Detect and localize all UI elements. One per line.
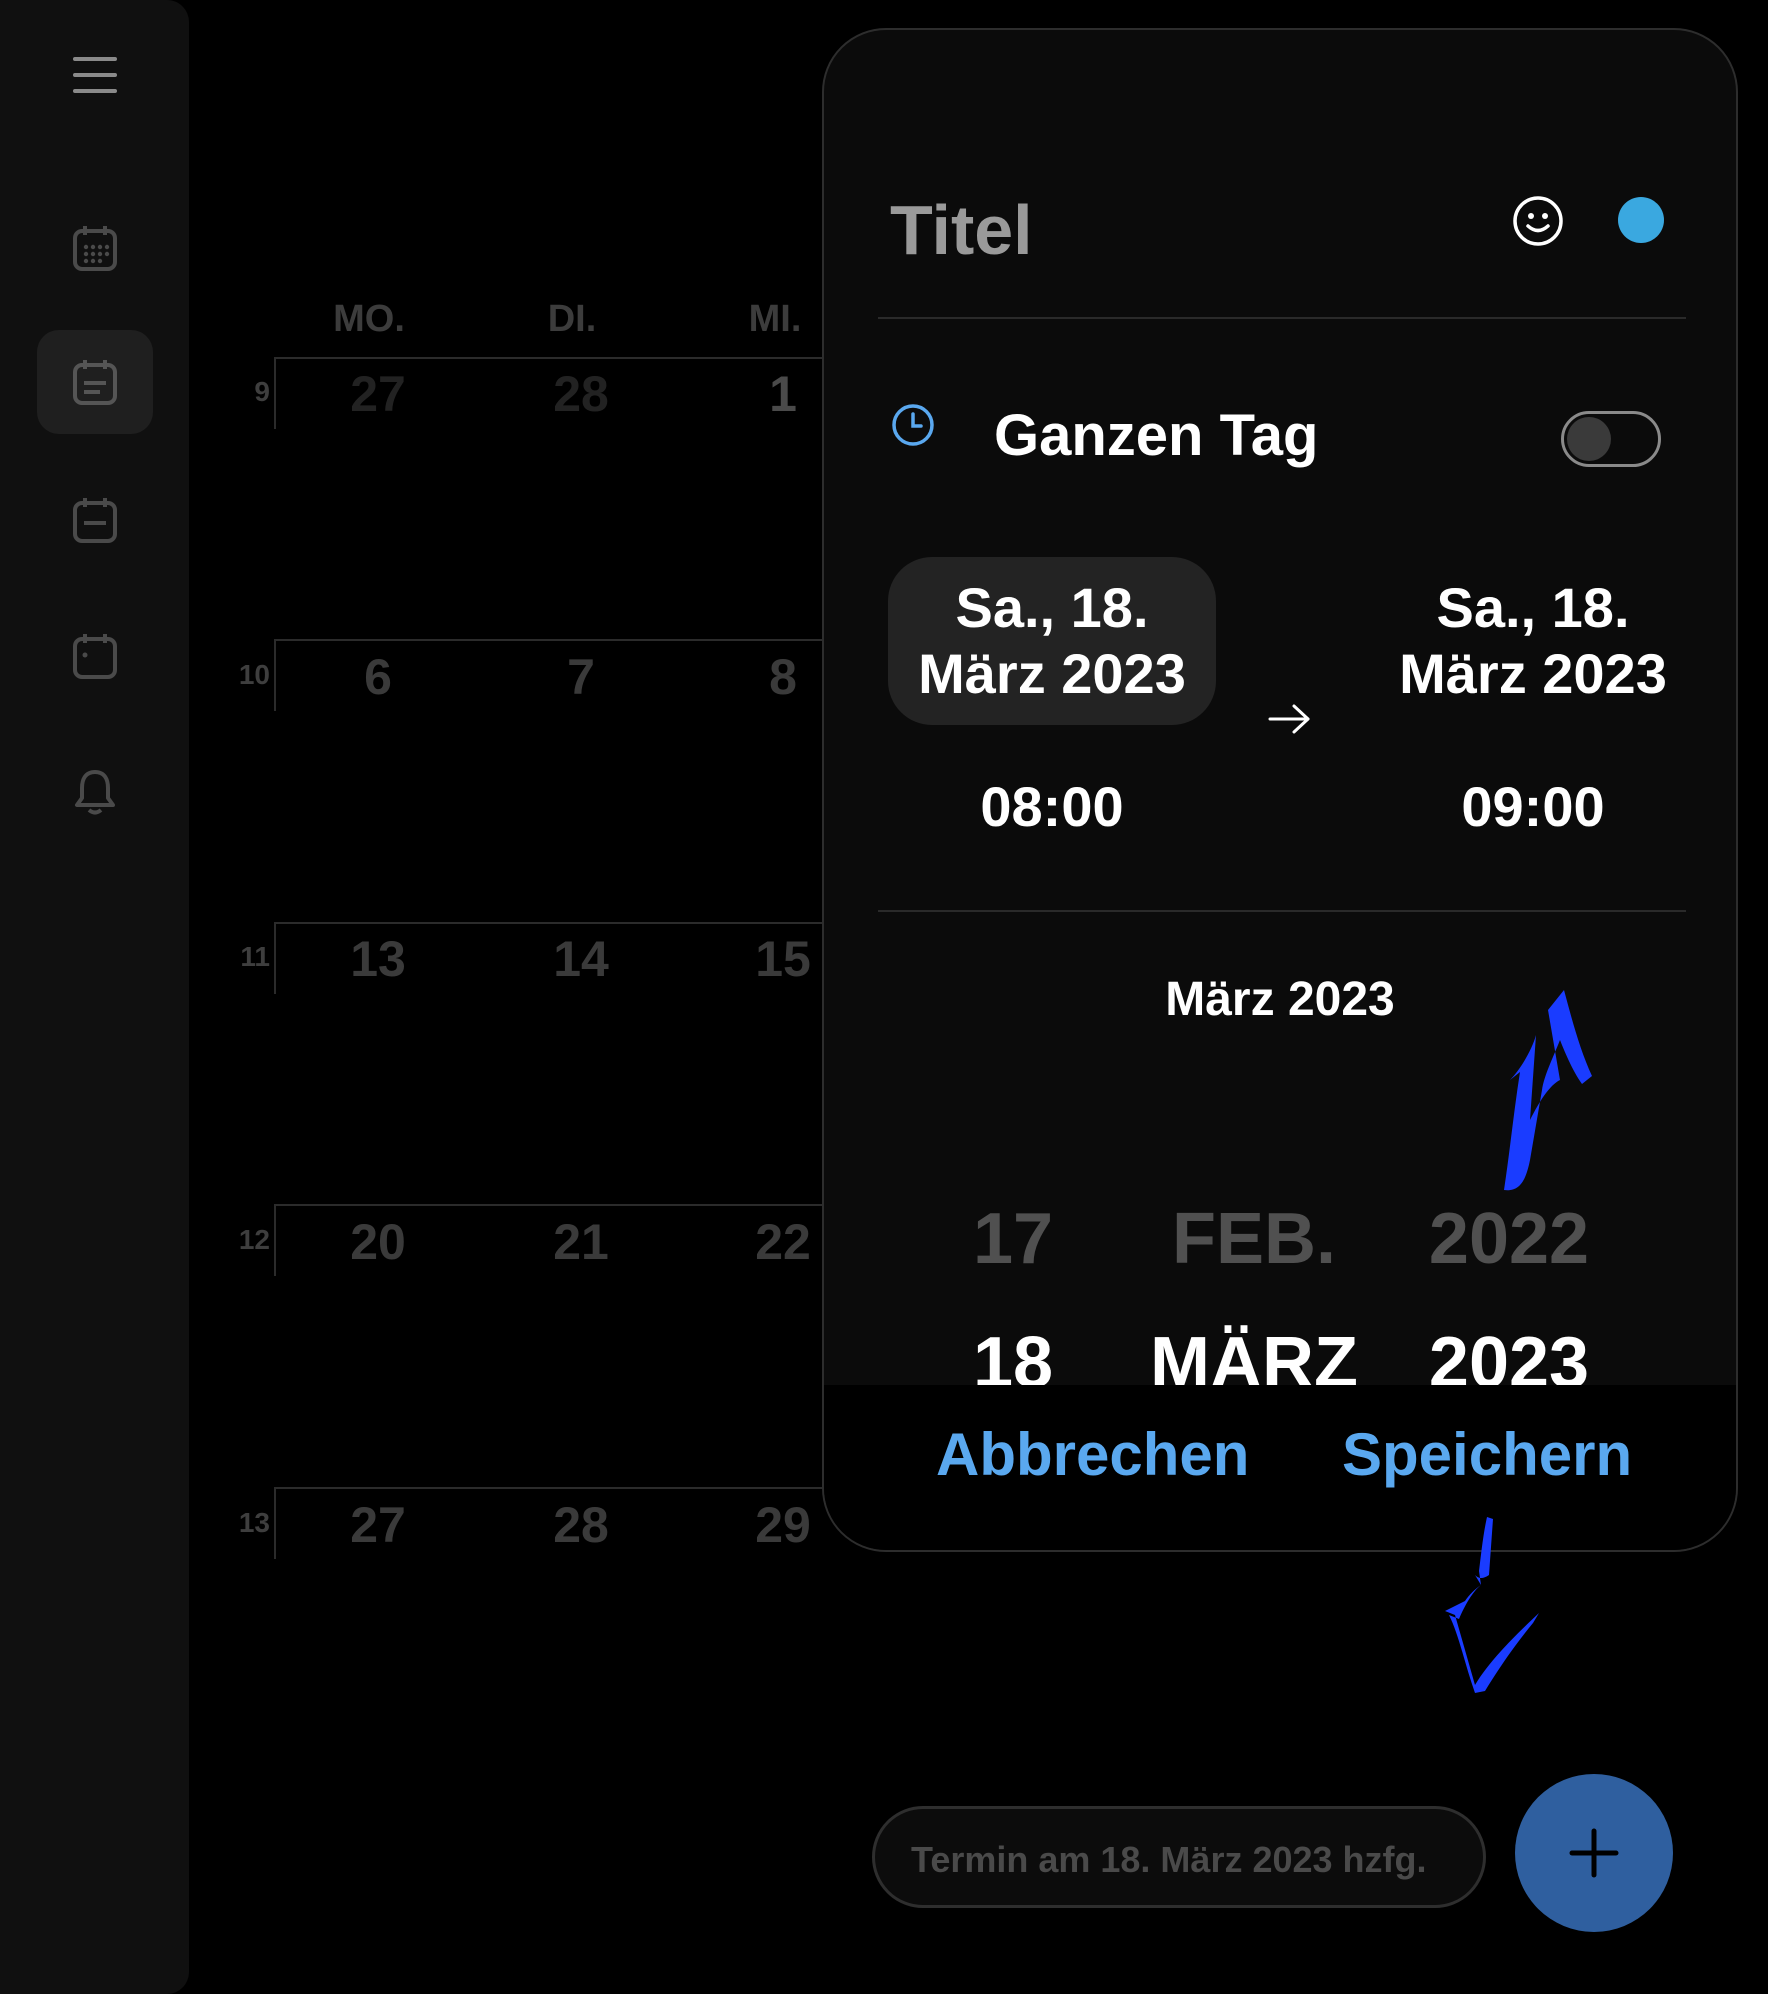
week-divider <box>274 357 834 359</box>
week-divider <box>274 922 834 924</box>
annotation-arrow-down-icon <box>1445 1517 1539 1693</box>
week-divider <box>274 922 276 994</box>
month-wheel-prev[interactable]: FEB. <box>1134 1198 1374 1280</box>
day-cell[interactable]: 7 <box>521 648 641 706</box>
dialog-footer: Abbrechen Speichern <box>824 1385 1736 1550</box>
week-number: 12 <box>238 1224 270 1255</box>
all-day-toggle[interactable] <box>1561 411 1661 467</box>
week-divider <box>274 1204 834 1206</box>
day-cell[interactable]: 28 <box>521 365 641 423</box>
year-wheel-prev[interactable]: 2022 <box>1389 1198 1629 1280</box>
day-cell[interactable]: 13 <box>318 930 438 988</box>
week-divider <box>274 1487 276 1559</box>
arrow-right-icon <box>1268 690 1312 750</box>
week-divider <box>274 1204 276 1276</box>
day-cell[interactable]: 20 <box>318 1213 438 1271</box>
week-number: 10 <box>238 659 270 690</box>
start-time[interactable]: 08:00 <box>888 774 1216 839</box>
end-date-line2[interactable]: März 2023 <box>1369 641 1697 707</box>
week-divider <box>274 639 276 711</box>
day-cell[interactable]: 28 <box>521 1496 641 1554</box>
calendar-month-icon[interactable] <box>65 218 125 278</box>
bell-icon[interactable] <box>65 762 125 822</box>
save-button[interactable]: Speichern <box>1342 1420 1632 1489</box>
toggle-knob <box>1567 417 1611 461</box>
plus-icon <box>1569 1828 1619 1878</box>
weekday-header: DI. <box>547 298 597 340</box>
quick-add-placeholder: Termin am 18. März 2023 hzfg. <box>911 1839 1427 1880</box>
day-cell[interactable]: 6 <box>318 648 438 706</box>
week-divider <box>274 1487 834 1489</box>
week-divider <box>274 639 834 641</box>
all-day-label: Ganzen Tag <box>994 403 1319 468</box>
quick-add-input[interactable]: Termin am 18. März 2023 hzfg. <box>872 1806 1486 1908</box>
cancel-button[interactable]: Abbrechen <box>936 1420 1249 1489</box>
clock-icon <box>891 403 935 447</box>
event-dialog: Titel Ganzen Tag Sa., 18. März 2023 Sa.,… <box>822 28 1738 1552</box>
day-cell[interactable]: 14 <box>521 930 641 988</box>
event-title-input[interactable]: Titel <box>890 190 1033 270</box>
week-number: 13 <box>238 1507 270 1538</box>
week-number: 11 <box>240 941 270 972</box>
weekday-header: MI. <box>748 298 802 340</box>
annotation-arrow-up-icon <box>1504 990 1592 1191</box>
divider <box>878 910 1686 912</box>
add-event-button[interactable] <box>1515 1774 1673 1932</box>
end-date-line1[interactable]: Sa., 18. <box>1369 575 1697 641</box>
week-divider <box>274 357 276 429</box>
calendar-day-icon[interactable] <box>65 490 125 550</box>
day-cell[interactable]: 27 <box>318 365 438 423</box>
emoji-icon[interactable] <box>1512 195 1564 247</box>
end-time[interactable]: 09:00 <box>1369 774 1697 839</box>
event-color-dot[interactable] <box>1618 197 1664 243</box>
calendar-week-icon[interactable] <box>65 352 125 412</box>
start-date-line1: Sa., 18. <box>955 576 1149 639</box>
week-number: 9 <box>254 376 270 407</box>
menu-icon[interactable] <box>65 45 125 105</box>
divider <box>878 317 1686 319</box>
calendar-agenda-icon[interactable] <box>65 626 125 686</box>
day-wheel-prev[interactable]: 17 <box>893 1198 1133 1280</box>
weekday-header: MO. <box>333 298 405 340</box>
navigation-sidebar <box>0 0 189 1994</box>
day-cell[interactable]: 27 <box>318 1496 438 1554</box>
day-cell[interactable]: 21 <box>521 1213 641 1271</box>
start-date-line2: März 2023 <box>918 642 1186 705</box>
